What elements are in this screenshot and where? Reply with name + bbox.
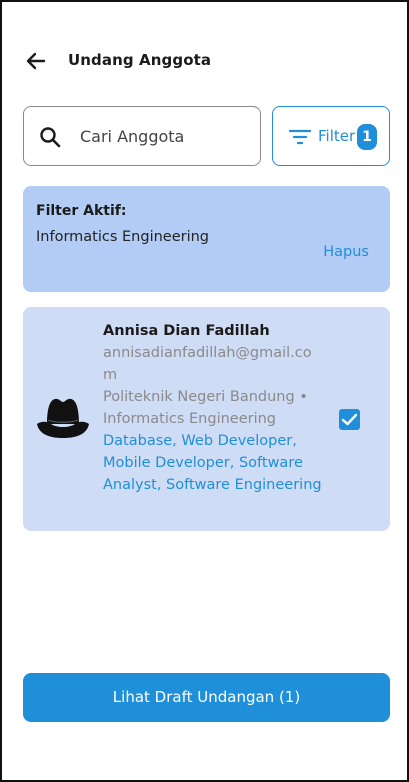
filter-lines-icon [289,129,311,145]
member-select-checkbox[interactable] [339,409,360,430]
clear-filter-link[interactable]: Hapus [323,244,369,260]
search-input[interactable] [80,120,250,152]
member-name: Annisa Dian Fadillah [103,323,270,339]
search-box[interactable] [23,106,261,166]
arrow-left-icon [26,52,46,70]
page-title: Undang Anggota [68,51,212,69]
filter-button[interactable]: Filter 1 [272,106,390,166]
member-skills: Database, Web Developer, Mobile Develope… [103,433,322,493]
search-icon [40,127,61,148]
active-filter-card: Filter Aktif: Informatics Engineering Ha… [23,186,390,292]
member-card[interactable]: Annisa Dian Fadillah annisadianfadillah@… [23,307,390,531]
filter-count-badge: 1 [357,124,377,150]
member-campus: Politeknik Negeri Bandung • Informatics … [103,389,308,427]
checkmark-icon [341,413,358,426]
member-info: Annisa Dian Fadillah annisadianfadillah@… [103,320,323,496]
active-filter-value: Informatics Engineering [36,229,210,245]
back-button[interactable] [24,48,50,74]
view-draft-invitations-button[interactable]: Lihat Draft Undangan (1) [23,673,390,722]
app-screen: Undang Anggota Filter 1 Filter Aktif: In… [0,0,409,782]
active-filter-title: Filter Aktif: [36,203,127,219]
filter-label: Filter [318,127,356,145]
hat-avatar-icon [37,398,89,438]
member-email: annisadianfadillah@gmail.com [103,345,312,383]
